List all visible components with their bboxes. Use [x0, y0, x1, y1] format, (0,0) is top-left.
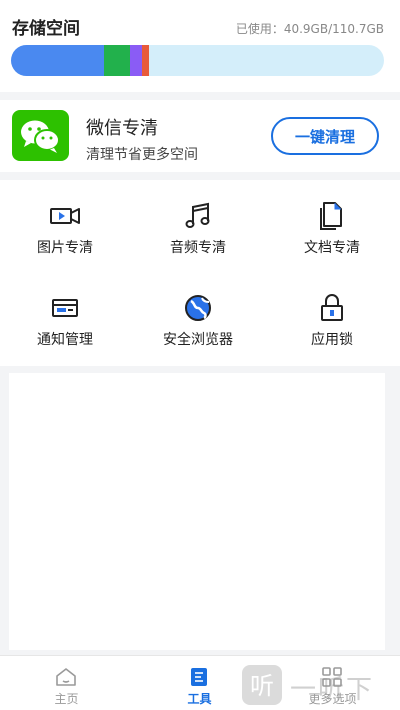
tab-label: 主页 [54, 692, 79, 706]
storage-usage-segment [130, 45, 142, 76]
tool-image-clean[interactable]: 图片专清 [0, 192, 130, 278]
notification-icon [52, 299, 78, 317]
tool-document-clean[interactable]: 文档专清 [267, 192, 397, 278]
content-panel [9, 373, 385, 650]
tool-label: 应用锁 [311, 332, 353, 348]
wechat-clean-title: 微信专清 [86, 118, 158, 139]
storage-used-text: 已使用：40.9GB/110.7GB [235, 22, 384, 36]
video-icon [50, 208, 80, 224]
storage-usage-segment [11, 45, 105, 76]
tool-app-lock[interactable]: 应用锁 [267, 284, 397, 370]
wechat-logo-icon [12, 110, 69, 161]
music-note-icon [185, 202, 210, 228]
watermark: 听 一听下载 [240, 661, 400, 710]
home-icon [56, 668, 76, 686]
tool-secure-browser[interactable]: 安全浏览器 [133, 284, 263, 370]
lock-icon [321, 294, 343, 321]
tool-label: 安全浏览器 [163, 332, 233, 348]
one-click-clean-button[interactable]: 一键清理 [271, 117, 379, 155]
storage-card: 存储空间 已使用：40.9GB/110.7GB [0, 0, 400, 92]
document-icon [320, 202, 342, 230]
watermark-text: 一听下载 [290, 675, 375, 705]
storage-usage-bar [11, 45, 384, 76]
storage-usage-segment [141, 45, 149, 76]
watermark-logo-icon: 听 [242, 665, 282, 705]
tool-notification-manage[interactable]: 通知管理 [0, 284, 130, 370]
tool-label: 通知管理 [37, 332, 93, 348]
tool-audio-clean[interactable]: 音频专清 [133, 192, 263, 278]
svg-text:听: 听 [250, 672, 274, 700]
wechat-clean-subtitle: 清理节省更多空间 [86, 147, 198, 163]
globe-icon [185, 295, 211, 321]
storage-usage-segment [104, 45, 131, 76]
tools-icon [191, 668, 207, 686]
tool-label: 文档专清 [304, 240, 360, 256]
tools-grid: 图片专清 音频专清 文档专清 通知管理 安全浏览器 应用锁 [0, 180, 400, 366]
tool-label: 图片专清 [37, 240, 93, 256]
tool-label: 音频专清 [170, 240, 226, 256]
storage-title: 存储空间 [12, 19, 80, 39]
tab-home[interactable]: 主页 [0, 656, 133, 710]
